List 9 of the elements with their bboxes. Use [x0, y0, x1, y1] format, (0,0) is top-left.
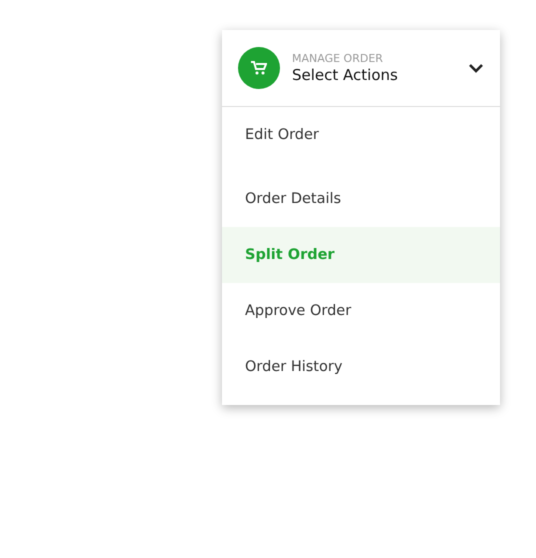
menu-subtitle: MANAGE ORDER [292, 52, 384, 66]
chevron-down-icon [468, 63, 484, 73]
dropdown-header[interactable]: MANAGE ORDER Select Actions [222, 30, 500, 107]
menu-item[interactable]: Edit Order [222, 107, 500, 163]
menu-item[interactable]: Order Details [222, 171, 500, 227]
menu-item[interactable]: Approve Order [222, 283, 500, 339]
menu-title: Select Actions [292, 66, 399, 84]
cart-icon [238, 47, 280, 89]
menu-item[interactable]: Order History [222, 339, 500, 395]
